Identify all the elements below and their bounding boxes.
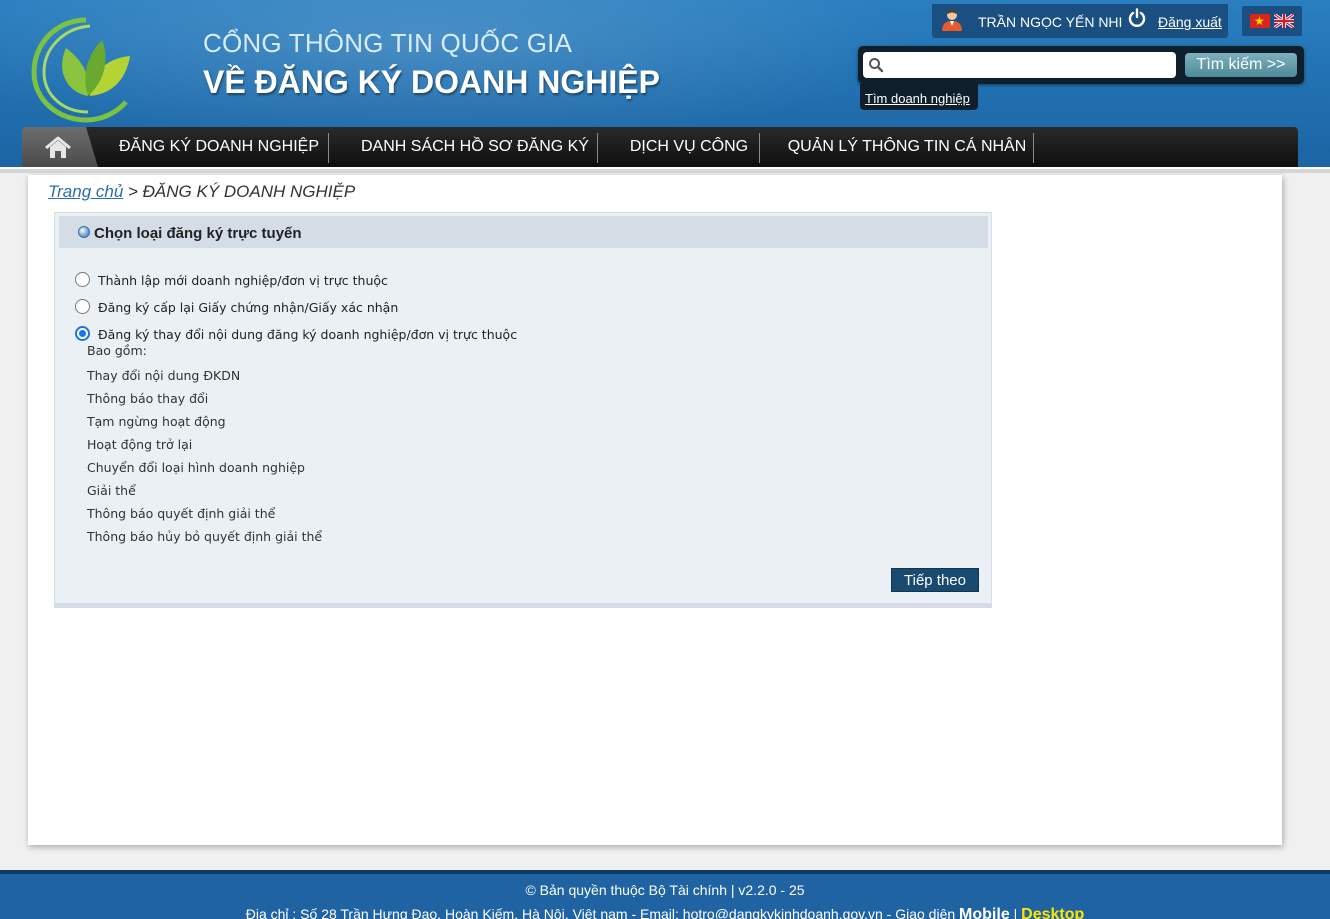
breadcrumb-separator: >: [123, 182, 143, 201]
registration-type-panel: Chọn loại đăng ký trực tuyến Thành lập m…: [54, 212, 992, 608]
search-tab-enterprise[interactable]: Tìm doanh nghiệp: [860, 84, 978, 110]
option-label[interactable]: Đăng ký thay đổi nội dung đăng ký doanh …: [98, 327, 517, 342]
radio-new-establishment[interactable]: [75, 272, 90, 287]
search-input[interactable]: [863, 52, 1176, 78]
radio-change-registration[interactable]: [75, 326, 90, 341]
list-item: Thay đổi nội dung ĐKDN: [87, 368, 241, 383]
power-icon[interactable]: [1128, 8, 1146, 28]
flag-uk-icon[interactable]: [1274, 14, 1294, 28]
site-footer: © Bản quyền thuộc Bộ Tài chính | v2.2.0 …: [0, 870, 1330, 919]
main-content: Trang chủ > ĐĂNG KÝ DOANH NGHIỆP Chọn lo…: [28, 175, 1282, 845]
option-label[interactable]: Thành lập mới doanh nghiệp/đơn vị trực t…: [98, 273, 388, 288]
footer-separator: |: [1009, 906, 1022, 919]
footer-copyright: © Bản quyền thuộc Bộ Tài chính | v2.2.0 …: [525, 882, 805, 898]
portal-title-line1: CỔNG THÔNG TIN QUỐC GIA: [203, 28, 573, 58]
option-label[interactable]: Đăng ký cấp lại Giấy chứng nhận/Giấy xác…: [98, 300, 398, 315]
list-item: Thông báo thay đổi: [87, 391, 209, 406]
user-name: TRẦN NGỌC YẾN NHI: [978, 14, 1123, 30]
nav-divider: [1033, 133, 1034, 163]
footer-desktop-link[interactable]: Desktop: [1021, 906, 1084, 919]
breadcrumb: Trang chủ > ĐĂNG KÝ DOANH NGHIỆP: [48, 182, 355, 202]
bullet-icon: [78, 226, 90, 238]
search-box: Tìm kiếm >>: [858, 46, 1304, 84]
nav-home-button[interactable]: [22, 127, 98, 167]
site-header: CỔNG THÔNG TIN QUỐC GIA VỀ ĐĂNG KÝ DOANH…: [0, 0, 1330, 168]
flag-vietnam-icon[interactable]: ★: [1250, 14, 1270, 28]
user-bar: TRẦN NGỌC YẾN NHI Đăng xuất: [932, 4, 1228, 38]
language-switcher: ★: [1242, 6, 1302, 36]
home-icon: [45, 136, 71, 158]
list-item: Chuyển đổi loại hình doanh nghiệp: [87, 460, 305, 475]
includes-list: Bao gồm: Thay đổi nội dung ĐKDN Thông bá…: [87, 344, 322, 551]
search-icon: [869, 58, 884, 73]
search-button[interactable]: Tìm kiếm >>: [1185, 53, 1297, 77]
list-item: Giải thể: [87, 483, 136, 498]
nav-bottom-strip: [0, 167, 1330, 173]
nav-divider: [597, 133, 598, 163]
list-item: Hoạt động trở lại: [87, 437, 193, 452]
breadcrumb-current: ĐĂNG KÝ DOANH NGHIỆP: [142, 182, 356, 201]
next-button[interactable]: Tiếp theo: [891, 568, 979, 592]
breadcrumb-home-link[interactable]: Trang chủ: [48, 182, 123, 201]
nav-item-business-registration[interactable]: ĐĂNG KÝ DOANH NGHIỆP: [108, 127, 330, 167]
radio-reissue-certificate[interactable]: [75, 299, 90, 314]
user-avatar-icon: [942, 10, 962, 31]
list-item: Thông báo quyết định giải thể: [87, 506, 276, 521]
list-item: Thông báo hủy bỏ quyết định giải thể: [87, 529, 323, 544]
logout-link[interactable]: Đăng xuất: [1158, 14, 1222, 30]
list-item: Tạm ngừng hoạt động: [87, 414, 226, 429]
portal-title-line2: VỀ ĐĂNG KÝ DOANH NGHIỆP: [203, 64, 660, 100]
nav-item-public-services[interactable]: DỊCH VỤ CÔNG: [618, 127, 760, 167]
panel-header: Chọn loại đăng ký trực tuyến: [59, 216, 988, 248]
nav-divider: [328, 133, 329, 163]
includes-label: Bao gồm:: [87, 343, 147, 358]
footer-address: Địa chỉ : Số 28 Trần Hưng Đạo, Hoàn Kiếm…: [245, 906, 960, 919]
logo-icon[interactable]: [26, 12, 146, 124]
main-nav: ĐĂNG KÝ DOANH NGHIỆP DANH SÁCH HỒ SƠ ĐĂN…: [22, 127, 1298, 167]
panel-title: Chọn loại đăng ký trực tuyến: [94, 225, 302, 242]
nav-divider: [759, 133, 760, 163]
footer-mobile-link[interactable]: Mobile: [959, 906, 1010, 919]
search-tab-label[interactable]: Tìm doanh nghiệp: [865, 91, 970, 106]
nav-item-application-list[interactable]: DANH SÁCH HỒ SƠ ĐĂNG KÝ: [352, 127, 598, 167]
nav-item-personal-info[interactable]: QUẢN LÝ THÔNG TIN CÁ NHÂN: [780, 127, 1034, 167]
footer-address-line: Địa chỉ : Số 28 Trần Hưng Đạo, Hoàn Kiếm…: [0, 906, 1330, 919]
